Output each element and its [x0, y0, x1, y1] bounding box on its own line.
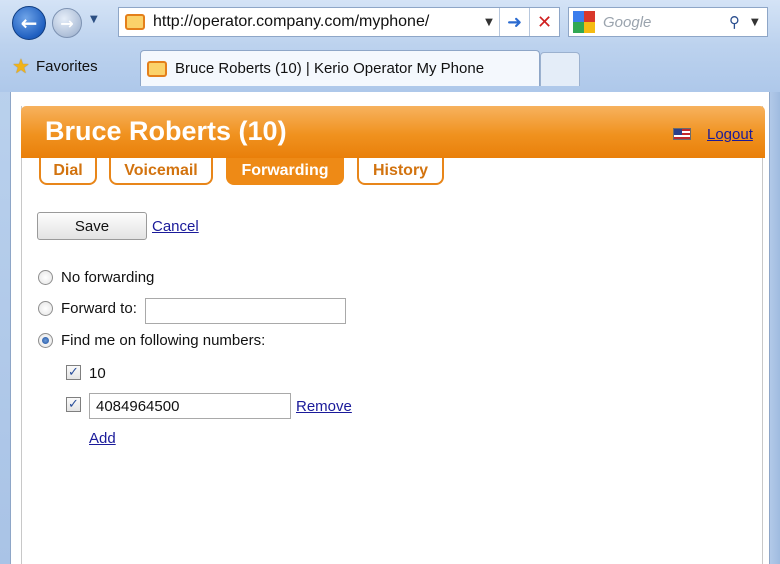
save-button[interactable]: Save: [37, 212, 147, 240]
forward-to-radio[interactable]: [38, 301, 53, 316]
address-dropdown-icon[interactable]: ▼: [479, 17, 499, 28]
back-arrow-icon[interactable]: ←: [12, 6, 46, 40]
tab-history[interactable]: History: [357, 158, 444, 185]
window-edge: [770, 92, 780, 564]
site-favicon-icon: [125, 14, 145, 30]
browser-chrome: ← → ▼ http://operator.company.com/myphon…: [0, 0, 780, 92]
tab-voicemail[interactable]: Voicemail: [109, 158, 213, 185]
add-number-link[interactable]: Add: [89, 430, 116, 447]
tab-forwarding[interactable]: Forwarding: [226, 158, 344, 185]
search-box[interactable]: Google ⚲ ▼: [568, 7, 768, 37]
number-value-1: 10: [89, 365, 106, 382]
new-tab-button[interactable]: [540, 52, 580, 86]
page-title: Bruce Roberts (10): [45, 116, 287, 146]
number-checkbox-2[interactable]: ✓: [66, 397, 81, 412]
forward-to-label: Forward to:: [61, 300, 137, 317]
no-forwarding-radio[interactable]: [38, 270, 53, 285]
number-checkbox-1[interactable]: ✓: [66, 365, 81, 380]
tab-favicon-icon: [147, 60, 167, 77]
tab-dial[interactable]: Dial: [39, 158, 97, 185]
forward-arrow-icon[interactable]: →: [52, 8, 82, 38]
magnifier-icon[interactable]: ⚲: [729, 13, 751, 31]
address-bar[interactable]: http://operator.company.com/myphone/ ▼ ➜…: [118, 7, 560, 37]
google-logo-icon: [573, 11, 595, 33]
favorites-button[interactable]: ★ Favorites: [12, 50, 98, 82]
star-icon: ★: [12, 54, 30, 78]
favorites-label: Favorites: [35, 57, 98, 75]
no-forwarding-label: No forwarding: [61, 269, 155, 286]
tab-title: Bruce Roberts (10) | Kerio Operator My P…: [175, 60, 485, 77]
go-arrow-icon[interactable]: ➜: [499, 8, 529, 36]
find-me-label: Find me on following numbers:: [61, 332, 266, 349]
forward-to-input[interactable]: [145, 298, 346, 324]
remove-number-link[interactable]: Remove: [296, 398, 352, 415]
page-viewport: Bruce Roberts (10) Logout Dial Voicemail…: [10, 92, 770, 564]
find-me-radio[interactable]: [38, 333, 53, 348]
us-flag-icon[interactable]: [673, 128, 691, 140]
header-banner: Bruce Roberts (10) Logout: [21, 106, 765, 158]
history-dropdown-icon[interactable]: ▼: [90, 14, 98, 25]
logout-link[interactable]: Logout: [707, 126, 753, 143]
search-placeholder[interactable]: Google: [603, 14, 729, 31]
cancel-link[interactable]: Cancel: [152, 218, 199, 235]
search-dropdown-icon[interactable]: ▼: [751, 17, 767, 28]
section-tabs: Dial Voicemail Forwarding History: [21, 158, 765, 186]
stop-x-icon[interactable]: ✕: [529, 8, 559, 36]
number-input-2[interactable]: 4084964500: [89, 393, 291, 419]
address-url[interactable]: http://operator.company.com/myphone/: [153, 13, 479, 31]
browser-tab-active[interactable]: Bruce Roberts (10) | Kerio Operator My P…: [140, 50, 540, 86]
